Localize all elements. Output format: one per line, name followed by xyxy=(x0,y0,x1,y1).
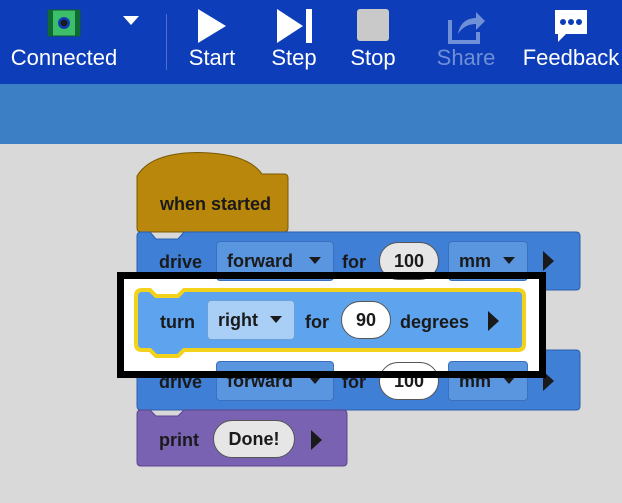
chevron-down-icon xyxy=(309,377,321,384)
step-icon xyxy=(264,0,324,46)
for-label: for xyxy=(342,252,366,272)
feedback-button[interactable]: Feedback xyxy=(522,0,620,84)
share-label: Share xyxy=(436,45,496,70)
print-label[interactable]: print xyxy=(159,429,199,451)
drive-label[interactable]: drive xyxy=(159,251,202,273)
print-text-input[interactable]: Done! xyxy=(213,420,295,458)
chevron-down-icon[interactable] xyxy=(120,12,142,33)
expand-arrow-icon[interactable] xyxy=(543,251,554,271)
start-label: Start xyxy=(188,45,236,70)
unit-value: mm xyxy=(459,250,492,271)
stop-icon xyxy=(343,0,403,46)
feedback-label: Feedback xyxy=(522,45,620,70)
stop-button[interactable]: Stop xyxy=(342,0,404,84)
expand-arrow-icon[interactable] xyxy=(311,430,322,450)
direction-value: forward xyxy=(227,250,294,271)
robot-brain-icon xyxy=(34,0,94,46)
step-button[interactable]: Step xyxy=(262,0,326,84)
secondary-toolbar xyxy=(0,84,622,144)
step-label: Step xyxy=(271,45,317,70)
toolbar: Connected Start Step Stop Share Feedback xyxy=(0,0,622,84)
chevron-down-icon xyxy=(309,257,321,264)
speech-bubble-icon xyxy=(541,0,601,46)
toolbar-separator xyxy=(166,14,167,70)
play-icon xyxy=(182,0,242,46)
share-icon xyxy=(436,0,496,46)
start-button[interactable]: Start xyxy=(180,0,244,84)
stop-label: Stop xyxy=(350,45,396,70)
connection-label: Connected xyxy=(10,45,118,70)
connection-button[interactable]: Connected xyxy=(6,0,122,84)
when-started-label[interactable]: when started xyxy=(160,193,271,215)
focus-highlight-box xyxy=(117,272,546,378)
chevron-down-icon xyxy=(503,257,515,264)
chevron-down-icon xyxy=(503,377,515,384)
share-button[interactable]: Share xyxy=(434,0,498,84)
